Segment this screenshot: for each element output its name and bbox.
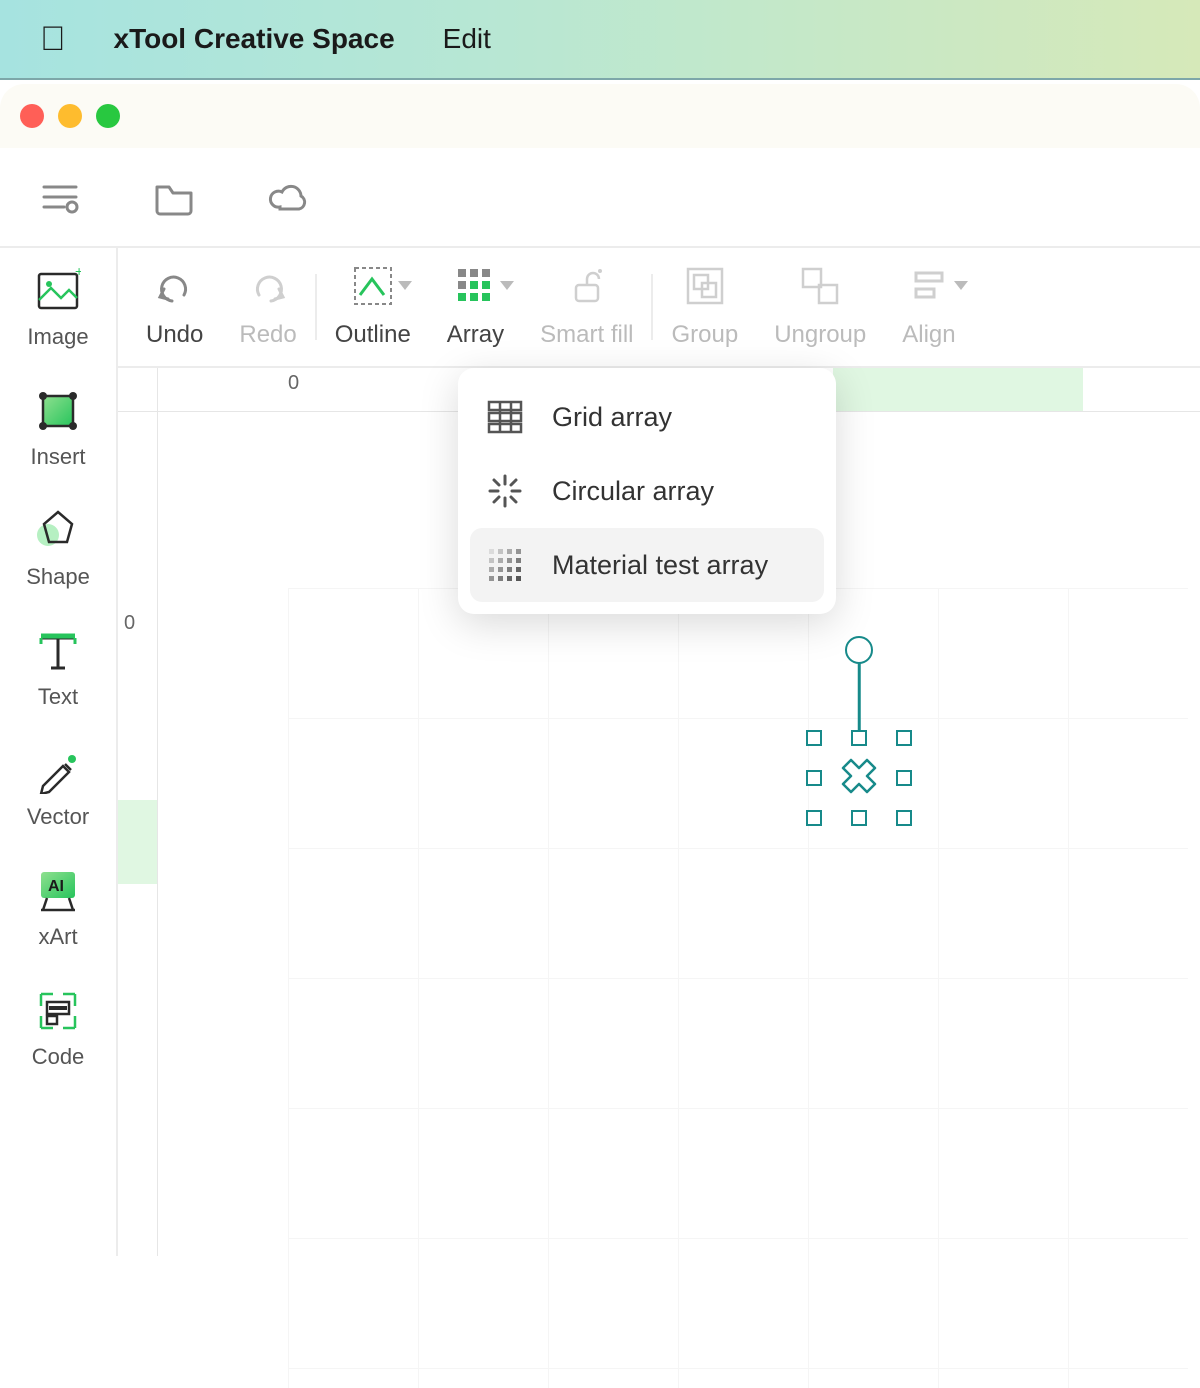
- dropdown-item-material-test-array[interactable]: Material test array: [470, 528, 824, 602]
- group-button[interactable]: Group: [653, 248, 756, 366]
- close-window-button[interactable]: [20, 104, 44, 128]
- resize-handle-se[interactable]: [896, 810, 912, 826]
- ruler-highlight: [833, 368, 1083, 411]
- vertical-ruler[interactable]: 0: [118, 412, 158, 1256]
- align-button[interactable]: Align: [884, 248, 973, 366]
- folder-icon[interactable]: [152, 175, 196, 219]
- rotation-line: [858, 663, 861, 738]
- sidebar-item-insert[interactable]: Insert: [0, 388, 116, 470]
- cloud-icon[interactable]: [266, 175, 310, 219]
- rotation-handle[interactable]: [845, 636, 873, 664]
- ungroup-button[interactable]: Ungroup: [756, 248, 884, 366]
- chevron-down-icon: [954, 281, 968, 290]
- undo-button[interactable]: Undo: [128, 248, 221, 366]
- sidebar-item-label: Image: [27, 324, 88, 350]
- resize-handle-n[interactable]: [851, 730, 867, 746]
- work-area[interactable]: [288, 588, 1188, 1388]
- fullscreen-window-button[interactable]: [96, 104, 120, 128]
- svg-text:+: +: [75, 268, 81, 279]
- circular-array-icon: [486, 472, 524, 510]
- resize-handle-nw[interactable]: [806, 730, 822, 746]
- text-icon: [35, 628, 81, 674]
- resize-handle-ne[interactable]: [896, 730, 912, 746]
- action-toolbar: Undo Redo Outline: [118, 248, 1200, 368]
- sidebar-item-label: Shape: [26, 564, 90, 590]
- group-label: Group: [671, 321, 738, 349]
- content-column: Undo Redo Outline: [118, 248, 1200, 1256]
- smartfill-button[interactable]: Smart fill: [522, 248, 651, 366]
- array-dropdown: Grid array Circular array: [458, 368, 836, 614]
- array-icon: [454, 265, 496, 307]
- apple-icon[interactable]: : [40, 22, 66, 56]
- dropdown-item-label: Material test array: [552, 550, 768, 581]
- ruler-highlight: [118, 800, 157, 884]
- resize-handle-e[interactable]: [896, 770, 912, 786]
- sidebar-item-shape[interactable]: Shape: [0, 508, 116, 590]
- ruler-h-zero: 0: [288, 372, 299, 395]
- shape-icon: [35, 508, 81, 554]
- insert-icon: [35, 388, 81, 434]
- sidebar-item-xart[interactable]: AI xArt: [0, 868, 116, 950]
- resize-handle-sw[interactable]: [806, 810, 822, 826]
- selected-object[interactable]: [814, 738, 904, 818]
- sidebar-item-image[interactable]: + Image: [0, 268, 116, 350]
- vector-icon: [35, 748, 81, 794]
- sidebar-item-code[interactable]: Code: [0, 988, 116, 1070]
- dropdown-item-label: Grid array: [552, 402, 672, 433]
- array-button[interactable]: Array: [429, 248, 522, 366]
- dropdown-item-grid-array[interactable]: Grid array: [470, 380, 824, 454]
- outline-label: Outline: [335, 321, 411, 349]
- sidebar-item-label: Text: [38, 684, 78, 710]
- minimize-window-button[interactable]: [58, 104, 82, 128]
- main-area: + Image Insert: [0, 248, 1200, 1256]
- undo-icon: [154, 265, 196, 307]
- dropdown-item-label: Circular array: [552, 476, 714, 507]
- dropdown-item-circular-array[interactable]: Circular array: [470, 454, 824, 528]
- material-test-array-icon: [486, 546, 524, 584]
- app-name[interactable]: xTool Creative Space: [114, 23, 395, 55]
- smartfill-label: Smart fill: [540, 321, 633, 349]
- ruler-corner: [118, 368, 158, 412]
- ungroup-label: Ungroup: [774, 321, 866, 349]
- grid-array-icon: [486, 398, 524, 436]
- window-titlebar: [0, 84, 1200, 148]
- redo-icon: [247, 265, 289, 307]
- cross-shape-icon: [831, 750, 887, 806]
- undo-label: Undo: [146, 321, 203, 349]
- array-label: Array: [447, 321, 504, 349]
- left-sidebar: + Image Insert: [0, 248, 118, 1256]
- redo-button[interactable]: Redo: [221, 248, 314, 366]
- ruler-v-zero: 0: [124, 612, 135, 635]
- svg-text:AI: AI: [48, 878, 64, 895]
- sidebar-item-text[interactable]: Text: [0, 628, 116, 710]
- sidebar-item-vector[interactable]: Vector: [0, 748, 116, 830]
- sidebar-item-label: Insert: [30, 444, 85, 470]
- xart-icon: AI: [35, 868, 81, 914]
- redo-label: Redo: [239, 321, 296, 349]
- code-icon: [35, 988, 81, 1034]
- canvas[interactable]: 0 0 Grid array: [118, 368, 1200, 1256]
- resize-handle-s[interactable]: [851, 810, 867, 826]
- menu-edit[interactable]: Edit: [443, 23, 491, 55]
- align-label: Align: [902, 321, 955, 349]
- top-toolbar: [0, 148, 1200, 248]
- chevron-down-icon: [398, 281, 412, 290]
- group-icon: [684, 265, 726, 307]
- smartfill-icon: [566, 265, 608, 307]
- resize-handle-w[interactable]: [806, 770, 822, 786]
- outline-icon: [352, 265, 394, 307]
- macos-menubar:  xTool Creative Space Edit: [0, 0, 1200, 80]
- sidebar-item-label: xArt: [38, 924, 77, 950]
- chevron-down-icon: [500, 281, 514, 290]
- sidebar-item-label: Code: [32, 1044, 85, 1070]
- menu-icon[interactable]: [38, 175, 82, 219]
- ungroup-icon: [799, 265, 841, 307]
- outline-button[interactable]: Outline: [317, 248, 429, 366]
- sidebar-item-label: Vector: [27, 804, 89, 830]
- image-icon: +: [35, 268, 81, 314]
- align-icon: [908, 265, 950, 307]
